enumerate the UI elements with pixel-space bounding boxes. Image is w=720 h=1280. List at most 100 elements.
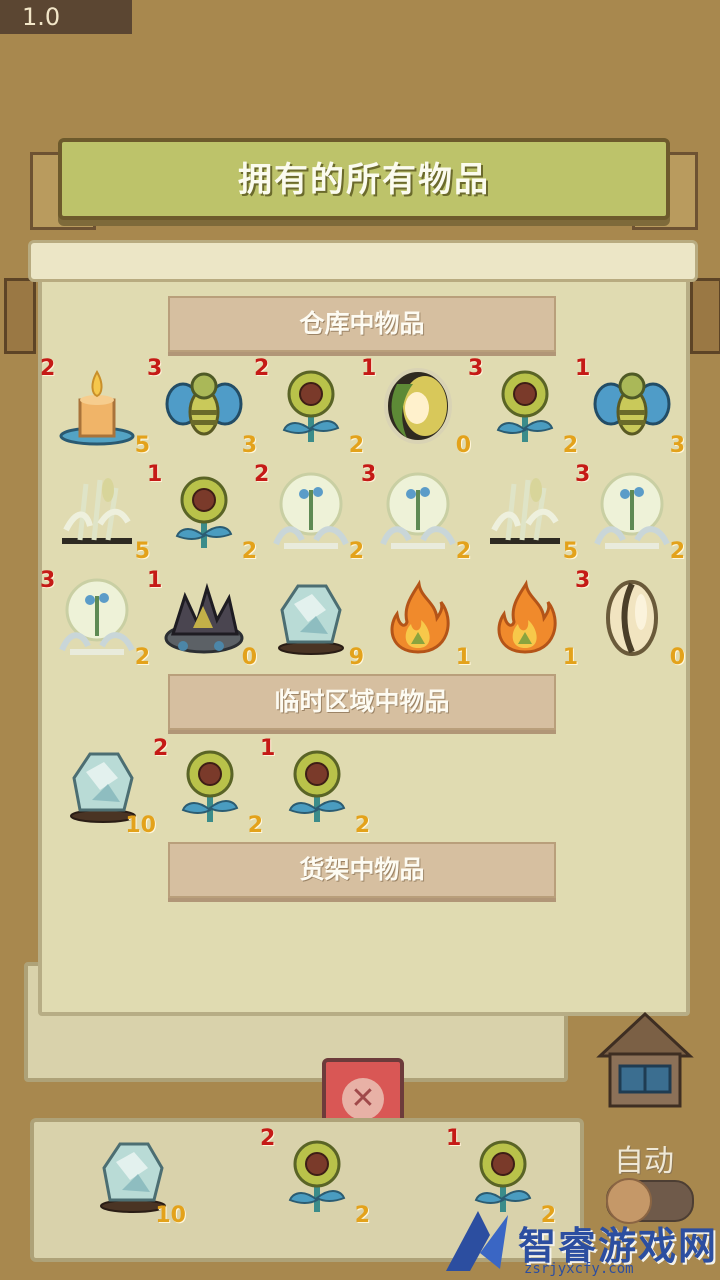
wheat-icon: [62, 478, 132, 544]
item-slot[interactable]: 30: [575, 568, 685, 670]
item-slot[interactable]: 1: [367, 570, 471, 670]
item-count: 2: [562, 433, 578, 458]
glass-sprout-icon: [273, 472, 349, 549]
watermark: 智睿游戏网 zsrjyxcfy.com: [440, 1205, 720, 1280]
bee-icon: [593, 372, 671, 436]
glass-sprout-icon: [59, 578, 135, 655]
item-count: 3: [669, 433, 685, 458]
item-level: 1: [575, 356, 591, 381]
side-flag-right: [690, 278, 720, 354]
item-level: 1: [260, 736, 276, 761]
item-slot[interactable]: 1: [474, 570, 578, 670]
title-banner: 拥有的所有物品: [58, 138, 670, 220]
glass-sprout-icon: [380, 472, 456, 549]
item-level: 1: [446, 1126, 462, 1151]
item-count: 5: [562, 539, 578, 564]
item-slot[interactable]: 5: [46, 464, 150, 564]
item-count: 2: [354, 1203, 370, 1228]
sunflower-icon: [288, 750, 346, 822]
item-count: 3: [241, 433, 257, 458]
item-level: 2: [260, 1126, 276, 1151]
item-count: 0: [455, 433, 471, 458]
item-level: 2: [254, 356, 270, 381]
item-count: 2: [540, 1203, 556, 1228]
item-level: 2: [153, 736, 169, 761]
item-level: 3: [147, 356, 163, 381]
item-count: 9: [348, 645, 364, 670]
item-level: 3: [468, 356, 484, 381]
section-shelf: 货架中物品: [168, 842, 556, 898]
candle-icon: [59, 370, 135, 446]
item-count: 2: [348, 539, 364, 564]
item-level: 3: [40, 568, 56, 593]
sunflower-icon: [282, 370, 340, 442]
item-count: 2: [247, 813, 263, 838]
item-count: 10: [155, 1203, 186, 1228]
item-slot[interactable]: 22: [254, 462, 364, 564]
item-slot[interactable]: 12: [147, 462, 257, 564]
section-temp: 临时区域中物品: [168, 674, 556, 730]
item-slot[interactable]: 32: [468, 356, 578, 458]
item-slot[interactable]: 32: [40, 568, 150, 670]
seed-pod-icon: [384, 368, 452, 444]
version-label: 1.0: [0, 0, 132, 34]
item-slot[interactable]: 13: [575, 356, 685, 458]
item-level: 2: [40, 356, 56, 381]
tray-item-slot[interactable]: 22: [260, 1126, 370, 1228]
section-warehouse: 仓库中物品: [168, 296, 556, 352]
item-slot[interactable]: 9: [260, 570, 364, 670]
item-count: 0: [241, 645, 257, 670]
coal-pile-icon: [164, 582, 244, 654]
item-count: 2: [354, 813, 370, 838]
seed-icon: [606, 580, 658, 656]
item-level: 1: [147, 462, 163, 487]
item-count: 10: [125, 813, 156, 838]
item-slot[interactable]: 10: [147, 568, 257, 670]
item-slot[interactable]: 10: [361, 356, 471, 458]
sunflower-icon: [288, 1140, 346, 1212]
tray-item-slot[interactable]: 10: [82, 1128, 186, 1228]
item-slot[interactable]: 10: [52, 738, 156, 838]
item-count: 5: [134, 433, 150, 458]
sunflower-icon: [175, 476, 233, 548]
item-count: 2: [134, 645, 150, 670]
item-level: 2: [254, 462, 270, 487]
item-count: 1: [455, 645, 471, 670]
fire-icon: [497, 579, 557, 654]
item-slot[interactable]: 32: [361, 462, 471, 564]
item-count: 2: [455, 539, 471, 564]
item-slot[interactable]: 32: [575, 462, 685, 564]
item-level: 1: [147, 568, 163, 593]
shop-hut-icon[interactable]: [596, 1008, 694, 1112]
item-count: 2: [241, 539, 257, 564]
bee-icon: [165, 372, 243, 436]
item-slot[interactable]: 5: [474, 464, 578, 564]
glass-sprout-icon: [594, 472, 670, 549]
sunflower-icon: [474, 1140, 532, 1212]
item-slot[interactable]: 25: [40, 356, 150, 458]
auto-label: 自动: [614, 1144, 674, 1179]
section-warehouse-title: 仓库中物品: [299, 309, 425, 338]
item-count: 5: [134, 539, 150, 564]
item-slot[interactable]: 22: [254, 356, 364, 458]
item-slot[interactable]: 12: [260, 736, 370, 838]
item-level: 1: [361, 356, 377, 381]
watermark-url: zsrjyxcfy.com: [524, 1261, 634, 1277]
sunflower-icon: [181, 750, 239, 822]
item-level: 3: [575, 568, 591, 593]
fire-icon: [390, 579, 450, 654]
item-slot[interactable]: 33: [147, 356, 257, 458]
crystal-icon: [278, 584, 344, 655]
scroll-rod: [28, 240, 698, 282]
wheat-icon: [490, 478, 560, 544]
watermark-logo-icon: [446, 1211, 508, 1271]
item-count: 2: [669, 539, 685, 564]
section-shelf-title: 货架中物品: [299, 855, 425, 884]
item-count: 1: [562, 645, 578, 670]
page-title: 拥有的所有物品: [238, 160, 490, 200]
item-slot[interactable]: 22: [153, 736, 263, 838]
sunflower-icon: [496, 370, 554, 442]
close-icon: ✕: [342, 1078, 384, 1120]
item-level: 3: [575, 462, 591, 487]
item-count: 2: [348, 433, 364, 458]
